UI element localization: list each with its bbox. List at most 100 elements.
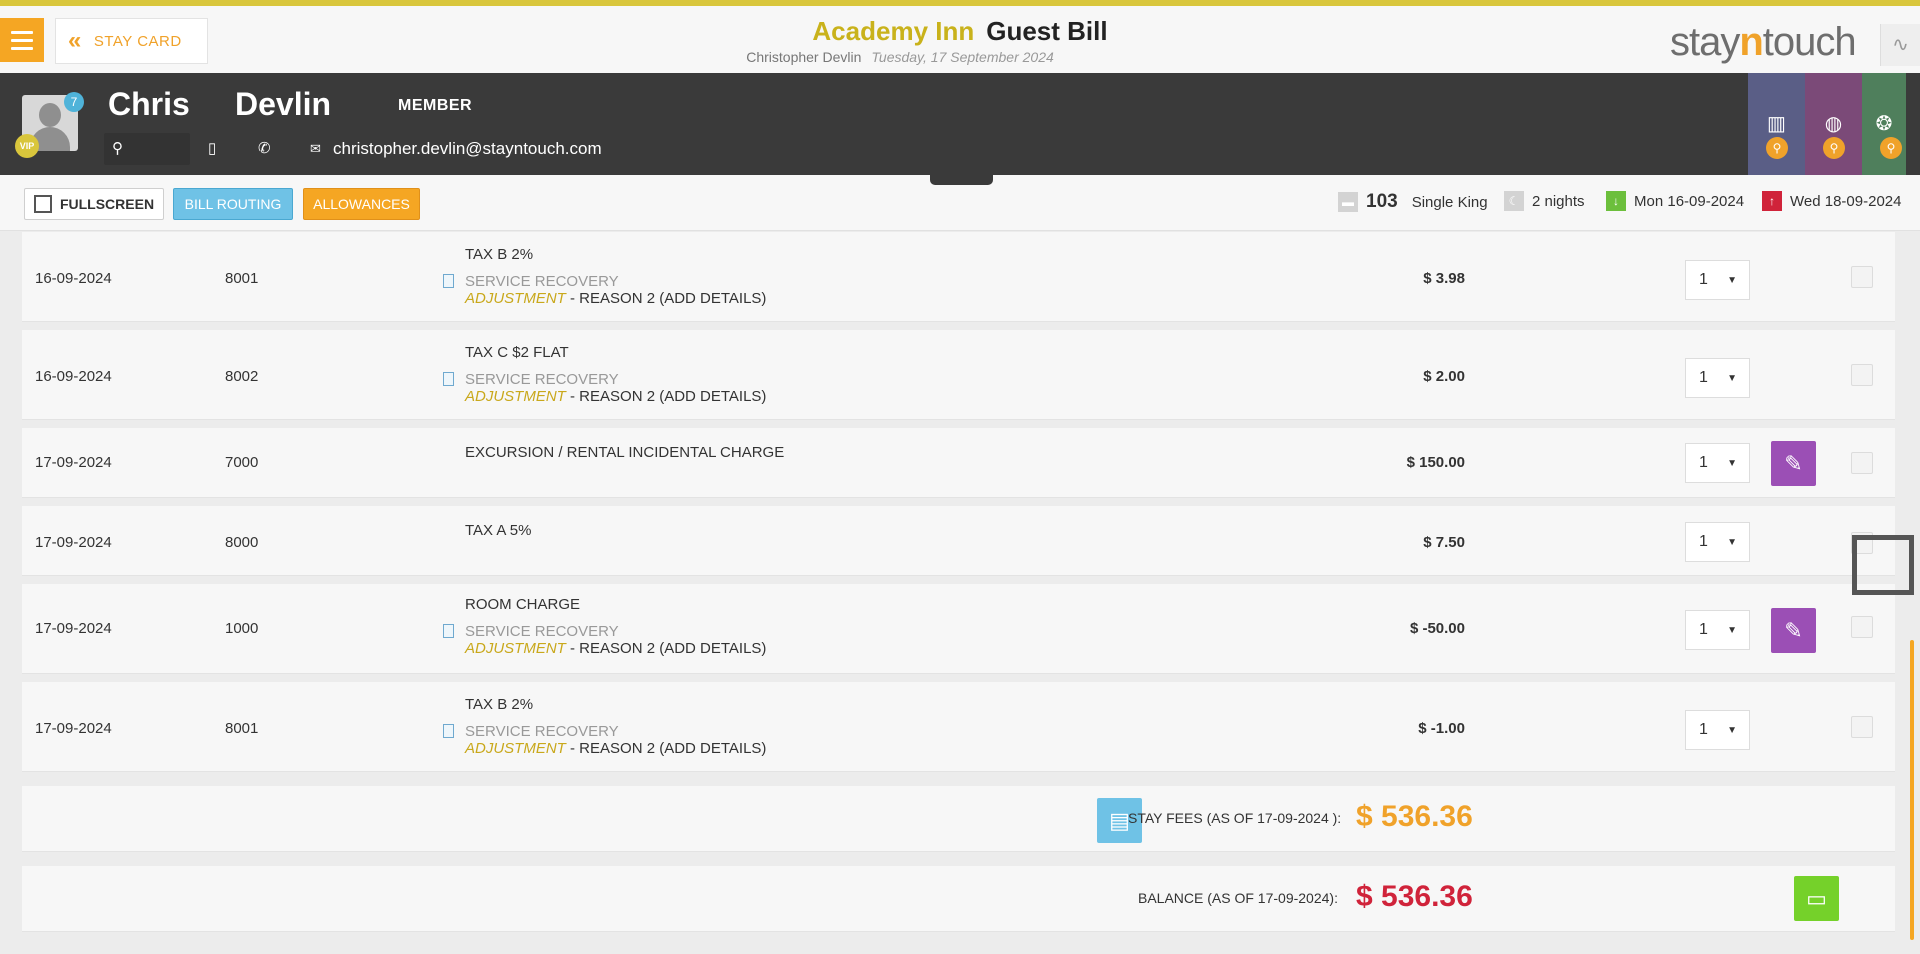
panel-drag-handle[interactable] [930, 175, 993, 185]
departure-arrow-icon: ↑ [1762, 191, 1782, 211]
globe-icon: ◍ [1824, 113, 1843, 135]
guest-first-name[interactable]: Chris [108, 86, 190, 123]
caret-down-icon: ▼ [1727, 624, 1737, 636]
charge-amount: $ 2.00 [1423, 368, 1465, 385]
quantity-select[interactable]: 1 ▼ [1685, 358, 1750, 398]
charge-amount: $ -50.00 [1409, 620, 1465, 637]
charge-code: 8000 [225, 534, 259, 551]
quantity-select[interactable]: 1 ▼ [1685, 610, 1750, 650]
caret-down-icon: ▼ [1727, 457, 1737, 469]
table-row: 17-09-2024 8001 TAX B 2% SERVICE RECOVER… [22, 682, 1895, 772]
balance-label: BALANCE (AS OF 17-09-2024): [1138, 890, 1338, 906]
membership-label: MEMBER [398, 97, 473, 114]
bill-routing-button[interactable]: BILL ROUTING [173, 188, 293, 220]
charge-date: 16-09-2024 [35, 368, 112, 385]
search-icon: ⚲ [1823, 137, 1845, 159]
balance-row: BALANCE (AS OF 17-09-2024): $ 536.36 ▭ [22, 866, 1895, 932]
guest-last-name[interactable]: Devlin [235, 86, 331, 123]
caret-down-icon: ▼ [1727, 724, 1737, 736]
tab-building[interactable]: ▥ ⚲ [1748, 73, 1805, 175]
row-checkbox[interactable] [1851, 364, 1873, 386]
document-icon [443, 724, 454, 738]
page-title-block: Academy Inn Guest Bill Christopher Devlin… [0, 16, 1920, 65]
charge-date: 17-09-2024 [35, 534, 112, 551]
stay-fees-row: ▤ STAY FEES (AS OF 17-09-2024 ): $ 536.3… [22, 786, 1895, 852]
tab-rings[interactable]: ❂ ⚲ [1862, 73, 1906, 175]
charge-code: 1000 [225, 620, 259, 637]
tab-web[interactable]: ◍ ⚲ [1805, 73, 1862, 175]
moon-icon: ☾ [1504, 191, 1524, 211]
balance-value: $ 536.36 [1356, 880, 1473, 913]
room-number: 103 [1366, 191, 1398, 212]
quantity-select[interactable]: 1 ▼ [1685, 522, 1750, 562]
bill-toolbar: FULLSCREEN BILL ROUTING ALLOWANCES ▬ 103… [0, 175, 1920, 231]
bed-icon: ▬ [1338, 192, 1358, 212]
room-type: Single King [1411, 193, 1488, 211]
pencil-icon: ✎ [1784, 617, 1803, 643]
quantity-select[interactable]: 1 ▼ [1685, 260, 1750, 300]
charge-description: TAX A 5% [465, 522, 532, 539]
rings-icon: ❂ [1875, 113, 1893, 135]
charge-amount: $ -1.00 [1418, 720, 1465, 737]
guest-panel: 7 Chris Devlin MEMBER ⚲ ▯ ✆ ✉ christophe… [0, 73, 1920, 175]
quantity-select[interactable]: 1 ▼ [1685, 710, 1750, 750]
notification-badge: 7 [64, 92, 84, 112]
focus-highlight [1852, 535, 1914, 595]
side-tabs: ▥ ⚲ ◍ ⚲ ❂ ⚲ [1748, 73, 1906, 175]
table-row: 16-09-2024 8002 TAX C $2 FLAT SERVICE RE… [22, 330, 1895, 420]
hotel-name: Academy Inn [812, 16, 975, 46]
guest-email[interactable]: christopher.devlin@stayntouch.com [333, 139, 602, 159]
arrival-arrow-icon: ↓ [1606, 191, 1626, 211]
header-date: Tuesday, 17 September 2024 [871, 49, 1054, 65]
search-icon: ⚲ [1880, 137, 1902, 159]
arrival-info: ↓ Mon 16-09-2024 [1606, 191, 1744, 211]
wallet-icon[interactable]: ▭ [1794, 876, 1839, 921]
room-info: ▬ 103 Single King [1338, 191, 1488, 213]
fullscreen-button[interactable]: FULLSCREEN [24, 188, 164, 220]
arrival-date: Mon 16-09-2024 [1634, 192, 1745, 210]
charge-date: 17-09-2024 [35, 454, 112, 471]
charge-amount: $ 7.50 [1423, 534, 1465, 551]
document-icon [443, 372, 454, 386]
caret-down-icon: ▼ [1727, 274, 1737, 286]
charge-description: TAX C $2 FLAT SERVICE RECOVERY ADJUSTMEN… [443, 344, 766, 405]
caret-down-icon: ▼ [1727, 372, 1737, 384]
charge-description: TAX B 2% SERVICE RECOVERY ADJUSTMENT - R… [443, 696, 766, 757]
row-checkbox[interactable] [1851, 452, 1873, 474]
charge-date: 17-09-2024 [35, 720, 112, 737]
charge-code: 8002 [225, 368, 259, 385]
search-icon: ⚲ [1766, 137, 1788, 159]
stay-fees-label: STAY FEES (AS OF 17-09-2024 ): [1128, 810, 1342, 826]
caret-down-icon: ▼ [1727, 536, 1737, 548]
row-checkbox[interactable] [1851, 716, 1873, 738]
expand-icon [33, 195, 52, 213]
charge-description: TAX B 2% SERVICE RECOVERY ADJUSTMENT - R… [443, 246, 766, 307]
stay-fees-value: $ 536.36 [1356, 800, 1473, 833]
edit-charge-button[interactable]: ✎ [1771, 608, 1816, 653]
departure-info: ↑ Wed 18-09-2024 [1762, 191, 1901, 211]
charge-code: 8001 [225, 270, 259, 287]
charge-code: 8001 [225, 720, 259, 737]
building-icon: ▥ [1767, 113, 1786, 135]
scrollbar[interactable] [1910, 640, 1914, 940]
row-checkbox[interactable] [1851, 616, 1873, 638]
brand-logo: stayntouch [1670, 20, 1857, 64]
map-pin-icon: ⚲ [112, 140, 123, 157]
charge-amount: $ 3.98 [1423, 270, 1465, 287]
quantity-select[interactable]: 1 ▼ [1685, 443, 1750, 483]
table-row: 17-09-2024 1000 ROOM CHARGE SERVICE RECO… [22, 584, 1895, 674]
phone-icon[interactable]: ✆ [258, 139, 271, 157]
row-checkbox[interactable] [1851, 266, 1873, 288]
allowances-button[interactable]: ALLOWANCES [303, 188, 420, 220]
departure-date: Wed 18-09-2024 [1790, 192, 1902, 210]
charge-code: 7000 [225, 454, 259, 471]
charge-date: 16-09-2024 [35, 270, 112, 287]
mobile-phone-icon[interactable]: ▯ [208, 139, 216, 157]
nights-info: ☾ 2 nights [1504, 191, 1585, 211]
pencil-icon: ✎ [1784, 450, 1803, 476]
vip-badge: VIP [15, 134, 39, 158]
activity-pulse-icon[interactable]: ∿ [1880, 24, 1920, 66]
page-title: Guest Bill [986, 16, 1108, 46]
charge-description: ROOM CHARGE SERVICE RECOVERY ADJUSTMENT … [443, 596, 766, 657]
edit-charge-button[interactable]: ✎ [1771, 441, 1816, 486]
